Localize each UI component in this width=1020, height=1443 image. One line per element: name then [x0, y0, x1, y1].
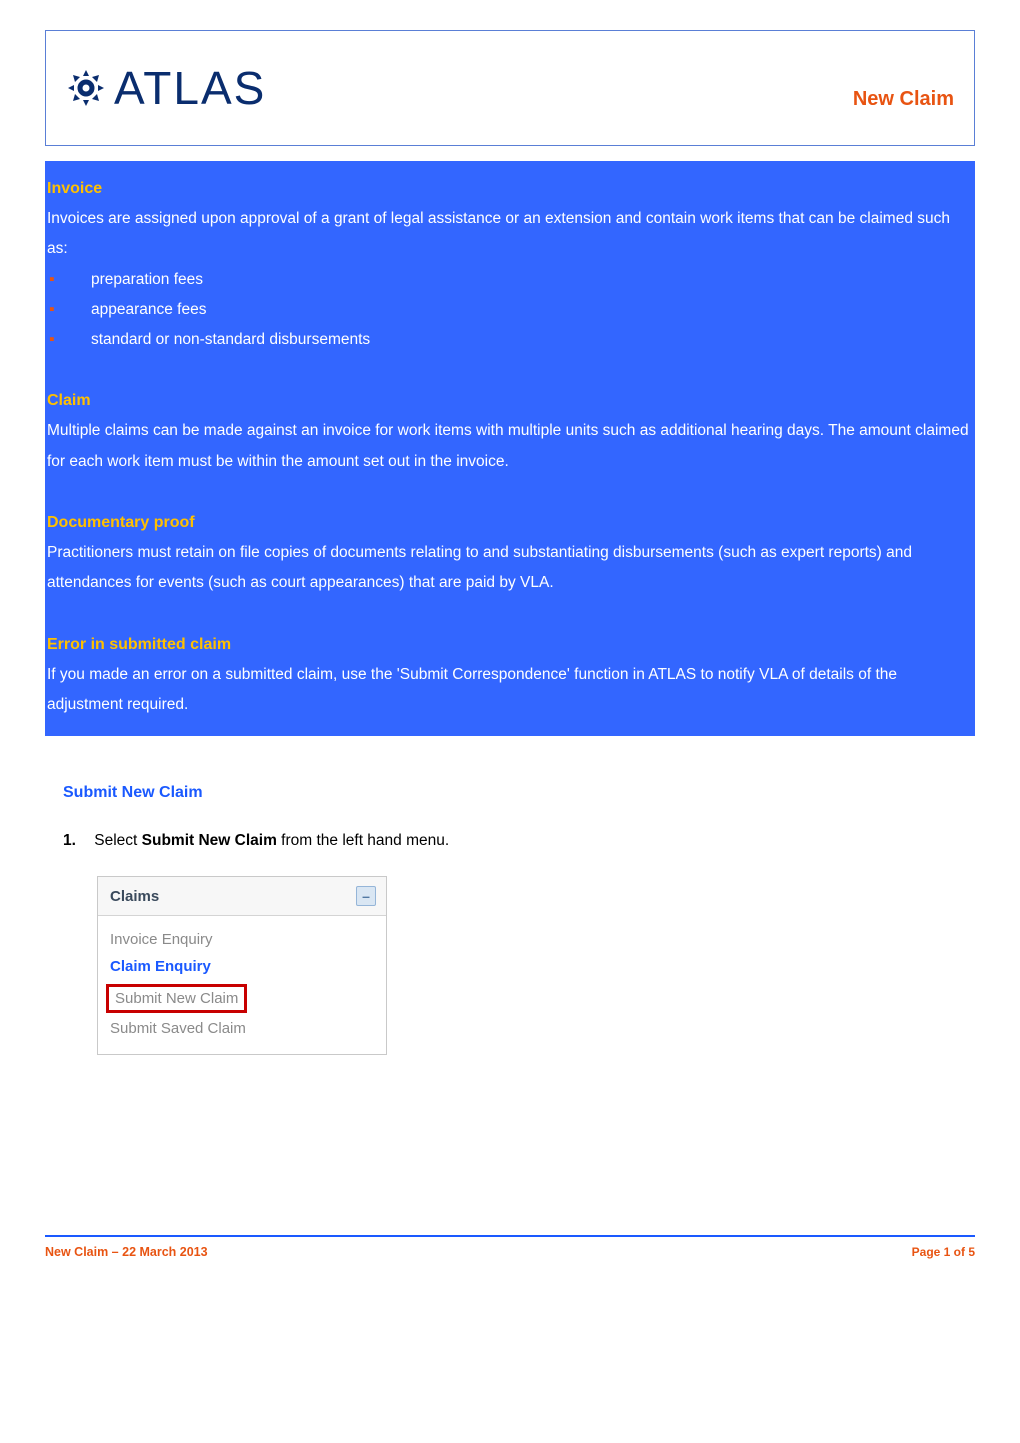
- step-text-prefix: Select: [94, 832, 141, 849]
- footer-page-number: Page 1 of 5: [912, 1245, 975, 1259]
- menu-item-invoice-enquiry[interactable]: Invoice Enquiry: [110, 926, 374, 953]
- claims-menu-screenshot: Claims – Invoice Enquiry Claim Enquiry S…: [97, 876, 387, 1055]
- footer-doc-info: New Claim – 22 March 2013: [45, 1245, 208, 1259]
- section-title: Submit New Claim: [63, 784, 975, 802]
- documentary-proof-text: Practitioners must retain on file copies…: [47, 538, 973, 598]
- menu-item-submit-new-claim[interactable]: Submit New Claim: [106, 984, 247, 1013]
- menu-item-claim-enquiry[interactable]: Claim Enquiry: [110, 953, 374, 980]
- invoice-heading: Invoice: [47, 173, 973, 204]
- logo-text: ATLAS: [114, 61, 266, 115]
- info-panel: Invoice Invoices are assigned upon appro…: [45, 161, 975, 736]
- list-item: standard or non-standard disbursements: [47, 325, 973, 355]
- menu-item-submit-saved-claim[interactable]: Submit Saved Claim: [110, 1015, 374, 1042]
- logo: ATLAS: [66, 61, 266, 115]
- step-text-bold: Submit New Claim: [142, 832, 277, 849]
- step-text-suffix: from the left hand menu.: [277, 832, 449, 849]
- invoice-list: preparation fees appearance fees standar…: [47, 265, 973, 356]
- page-footer: New Claim – 22 March 2013 Page 1 of 5: [45, 1235, 975, 1259]
- claim-heading: Claim: [47, 385, 973, 416]
- list-item: appearance fees: [47, 295, 973, 325]
- document-header: ATLAS New Claim: [45, 30, 975, 146]
- claim-text: Multiple claims can be made against an i…: [47, 416, 973, 476]
- menu-header[interactable]: Claims –: [98, 877, 386, 916]
- documentary-proof-heading: Documentary proof: [47, 507, 973, 538]
- collapse-icon[interactable]: –: [356, 886, 376, 906]
- invoice-intro: Invoices are assigned upon approval of a…: [47, 204, 973, 264]
- step-1: 1. Select Submit New Claim from the left…: [63, 832, 975, 1055]
- error-text: If you made an error on a submitted clai…: [47, 660, 973, 720]
- menu-header-label: Claims: [110, 888, 159, 905]
- list-item: preparation fees: [47, 265, 973, 295]
- step-number: 1.: [63, 832, 76, 849]
- page-title: New Claim: [853, 88, 954, 115]
- gear-icon: [66, 68, 106, 108]
- menu-body: Invoice Enquiry Claim Enquiry Submit New…: [98, 916, 386, 1054]
- error-heading: Error in submitted claim: [47, 629, 973, 660]
